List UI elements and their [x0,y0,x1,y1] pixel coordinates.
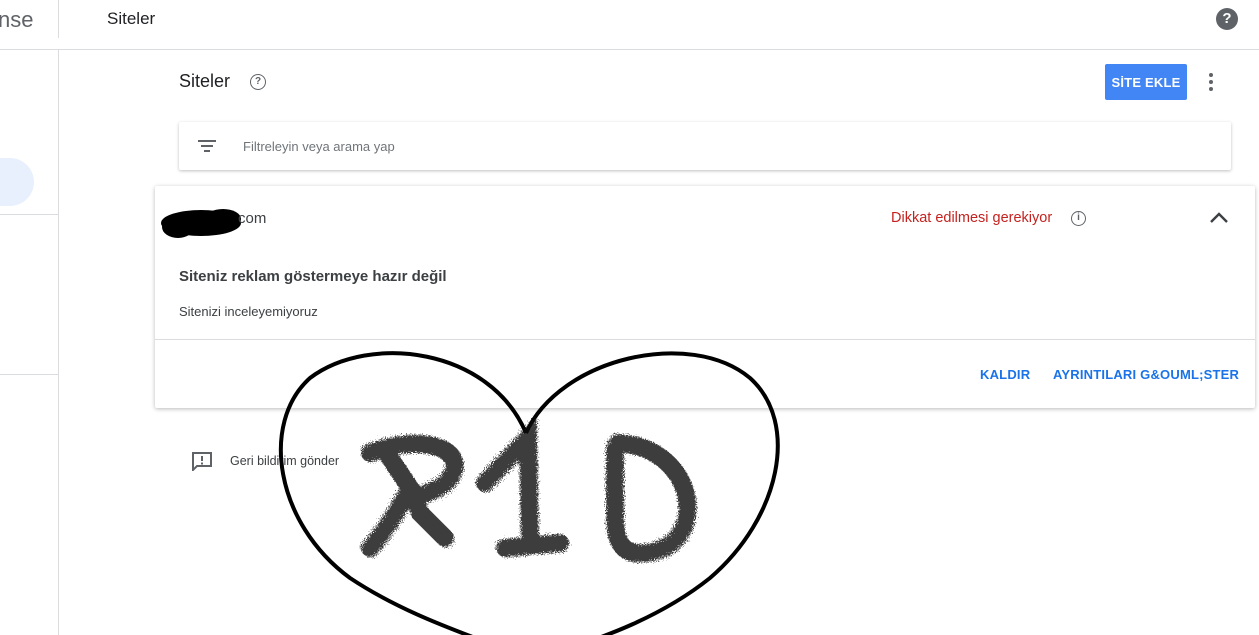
card-heading: Siteniz reklam göstermeye hazır değil [179,268,447,285]
topbar-divider [58,0,59,38]
sidebar [0,50,59,635]
card-subtext: Sitenizi inceleyemiyoruz [179,304,318,319]
more-vert-icon[interactable] [1202,70,1220,94]
page-title: Siteler [179,71,231,91]
send-feedback-link[interactable]: Geri bildirim gönder [230,454,339,468]
feedback-icon[interactable] [191,451,213,471]
top-app-bar: nse Siteler ? [0,0,1259,50]
site-domain: com [238,210,267,227]
add-site-button[interactable]: SİTE EKLE [1105,64,1187,100]
sidebar-item-sites-active[interactable] [0,158,34,206]
show-details-button[interactable]: AYRINTILARI G&OUML;STER [1053,367,1239,382]
site-card: com Dikkat edilmesi gerekiyor i Siteniz … [155,186,1255,408]
card-divider [155,339,1255,340]
filter-search-bar [179,122,1231,170]
help-outline-icon[interactable]: ? [250,74,266,90]
topbar-title: Siteler [107,9,156,28]
redacted-domain-scribble [161,209,241,238]
info-icon[interactable]: i [1071,211,1086,226]
app-logo[interactable]: nse [0,7,33,33]
status-text: Dikkat edilmesi gerekiyor [891,210,1053,226]
sidebar-divider [0,214,58,215]
help-circle-icon[interactable]: ? [1216,8,1238,30]
search-input[interactable] [243,134,1203,158]
r1d-doodle-text [361,415,697,563]
chevron-up-icon[interactable] [1208,208,1230,228]
sidebar-divider [0,374,58,375]
remove-button[interactable]: KALDIR [980,367,1030,382]
filter-icon[interactable] [198,140,216,153]
